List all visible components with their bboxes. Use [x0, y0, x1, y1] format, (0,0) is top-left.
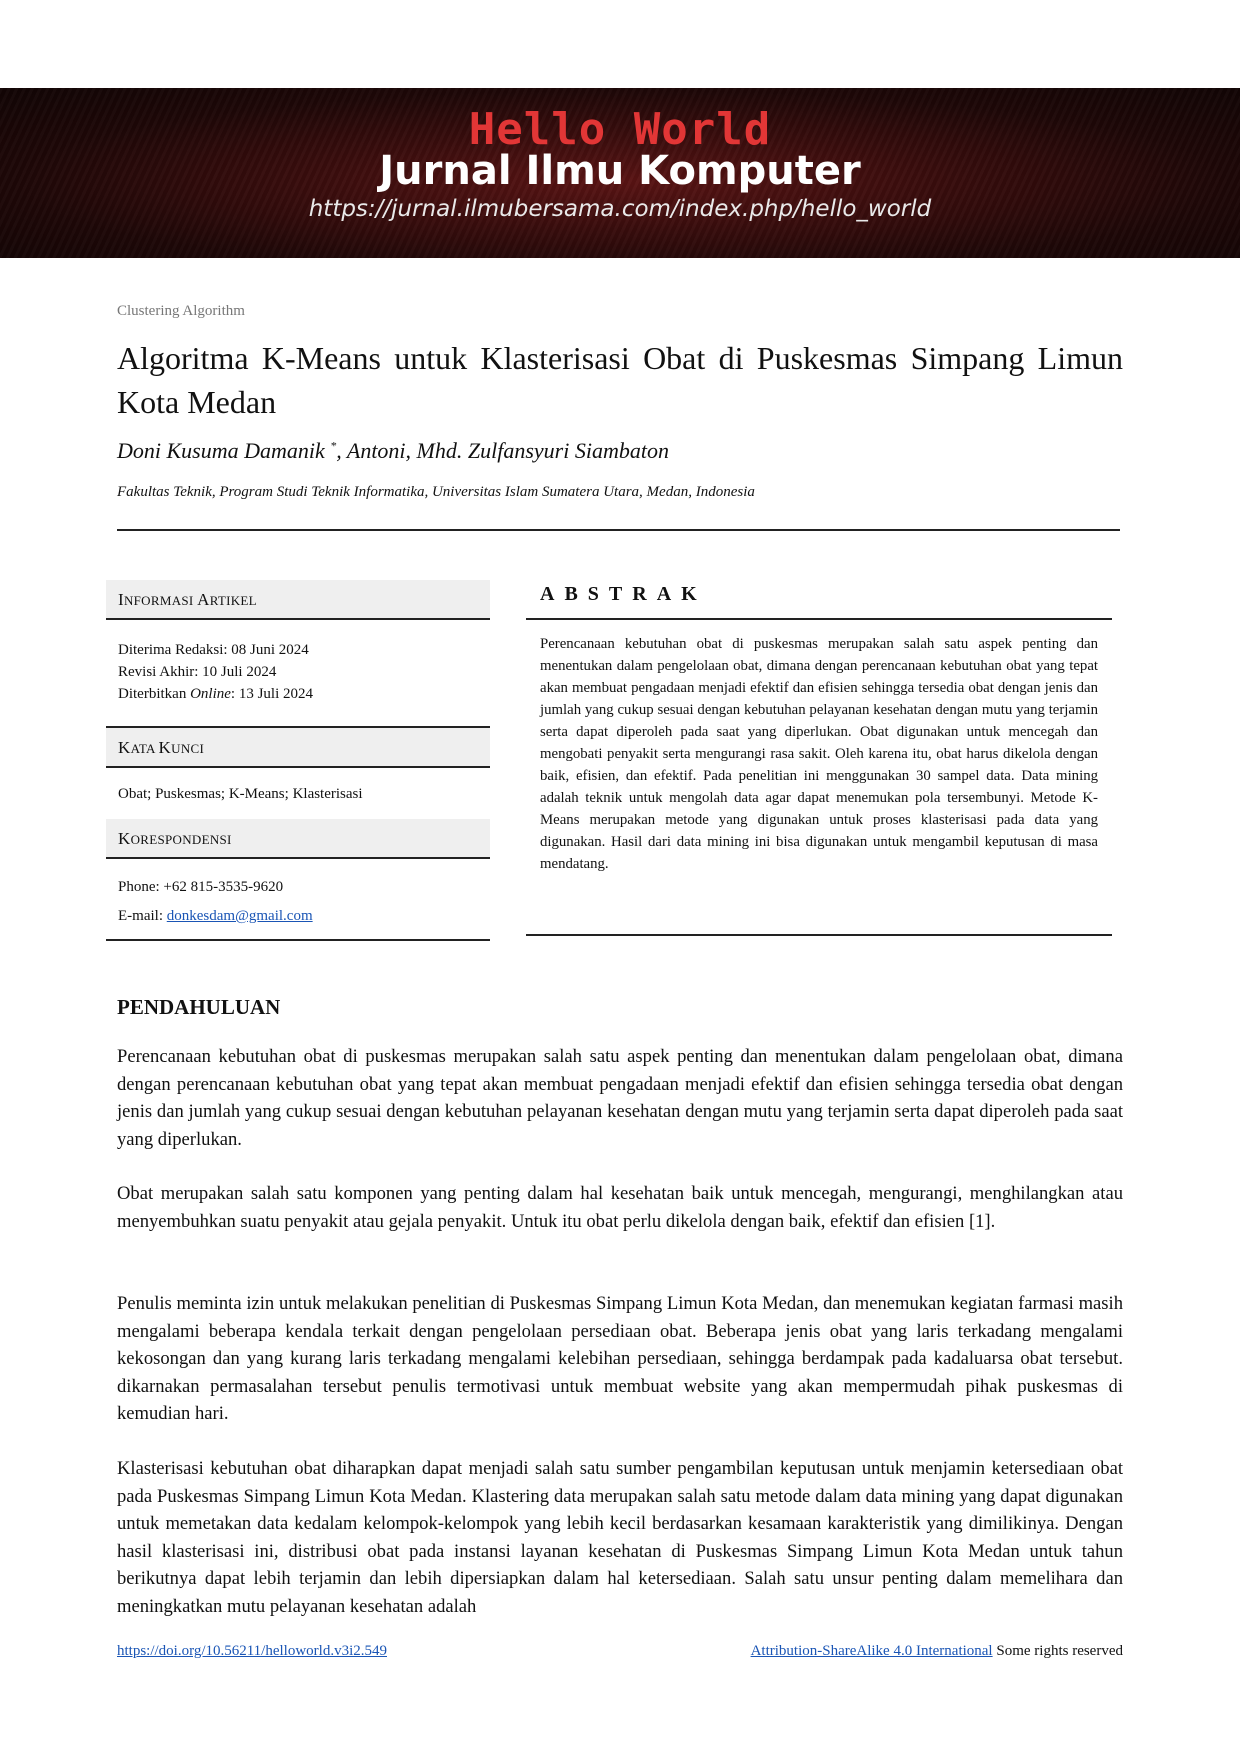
banner-journal-url: https://jurnal.ilmubersama.com/index.php… [308, 196, 932, 222]
date-received: Diterima Redaksi: 08 Juni 2024 [118, 642, 309, 658]
article-info-panel: INFORMASI ARTIKEL Diterima Redaksi: 08 J… [106, 580, 490, 941]
article-dates: Diterima Redaksi: 08 Juni 2024 Revisi Ak… [106, 620, 490, 728]
article-info-heading: INFORMASI ARTIKEL [106, 580, 490, 620]
intro-paragraph-1: Perencanaan kebutuhan obat di puskesmas … [117, 1046, 1123, 1150]
article-title: Algoritma K-Means untuk Klasterisasi Oba… [117, 340, 1123, 420]
doi-link[interactable]: https://doi.org/10.56211/helloworld.v3i2… [117, 1643, 387, 1659]
corresponding-author: Doni Kusuma Damanik [117, 438, 325, 463]
keywords-heading: KATA KUNCI [106, 728, 490, 768]
article-category: Clustering Algorithm [117, 303, 245, 319]
date-published: Diterbitkan Online: 13 Juli 2024 [118, 686, 313, 702]
date-revised: Revisi Akhir: 10 Juli 2024 [118, 664, 277, 680]
intro-paragraph-3: Penulis meminta izin untuk melakukan pen… [117, 1293, 1123, 1424]
co-authors: , Antoni, Mhd. Zulfansyuri Siambaton [336, 438, 669, 463]
license-link[interactable]: Attribution-ShareAlike 4.0 International [751, 1643, 993, 1659]
section-heading-introduction: PENDAHULUAN [117, 995, 281, 1019]
intro-paragraph-2: Obat merupakan salah satu komponen yang … [117, 1183, 1123, 1232]
email-link[interactable]: donkesdam@gmail.com [167, 908, 313, 924]
rights-text: Some rights reserved [992, 1643, 1123, 1659]
keywords-list: Obat; Puskesmas; K-Means; Klasterisasi [118, 786, 363, 802]
page-footer: https://doi.org/10.56211/helloworld.v3i2… [117, 1643, 1123, 1660]
license-notice: Attribution-ShareAlike 4.0 International… [751, 1643, 1123, 1660]
abstract-heading: ABSTRAK [526, 580, 1112, 620]
article-authors: Doni Kusuma Damanik *, Antoni, Mhd. Zulf… [117, 438, 669, 464]
header-divider [117, 529, 1120, 531]
correspondence-email: E-mail: donkesdam@gmail.com [118, 908, 313, 924]
abstract-text: Perencanaan kebutuhan obat di puskesmas … [526, 620, 1112, 936]
banner-journal-title: Jurnal Ilmu Komputer [379, 148, 861, 194]
correspondence-details: Phone: +62 815-3535-9620 E-mail: donkesd… [106, 859, 490, 941]
correspondence-heading: KORESPONDENSI [106, 819, 490, 859]
abstract-panel: ABSTRAK Perencanaan kebutuhan obat di pu… [526, 580, 1112, 936]
correspondence-phone: Phone: +62 815-3535-9620 [118, 879, 284, 895]
author-affiliation: Fakultas Teknik, Program Studi Teknik In… [117, 484, 755, 500]
journal-banner: Hello World Jurnal Ilmu Komputer https:/… [0, 88, 1240, 258]
intro-paragraph-4: Klasterisasi kebutuhan obat diharapkan d… [117, 1458, 1123, 1617]
